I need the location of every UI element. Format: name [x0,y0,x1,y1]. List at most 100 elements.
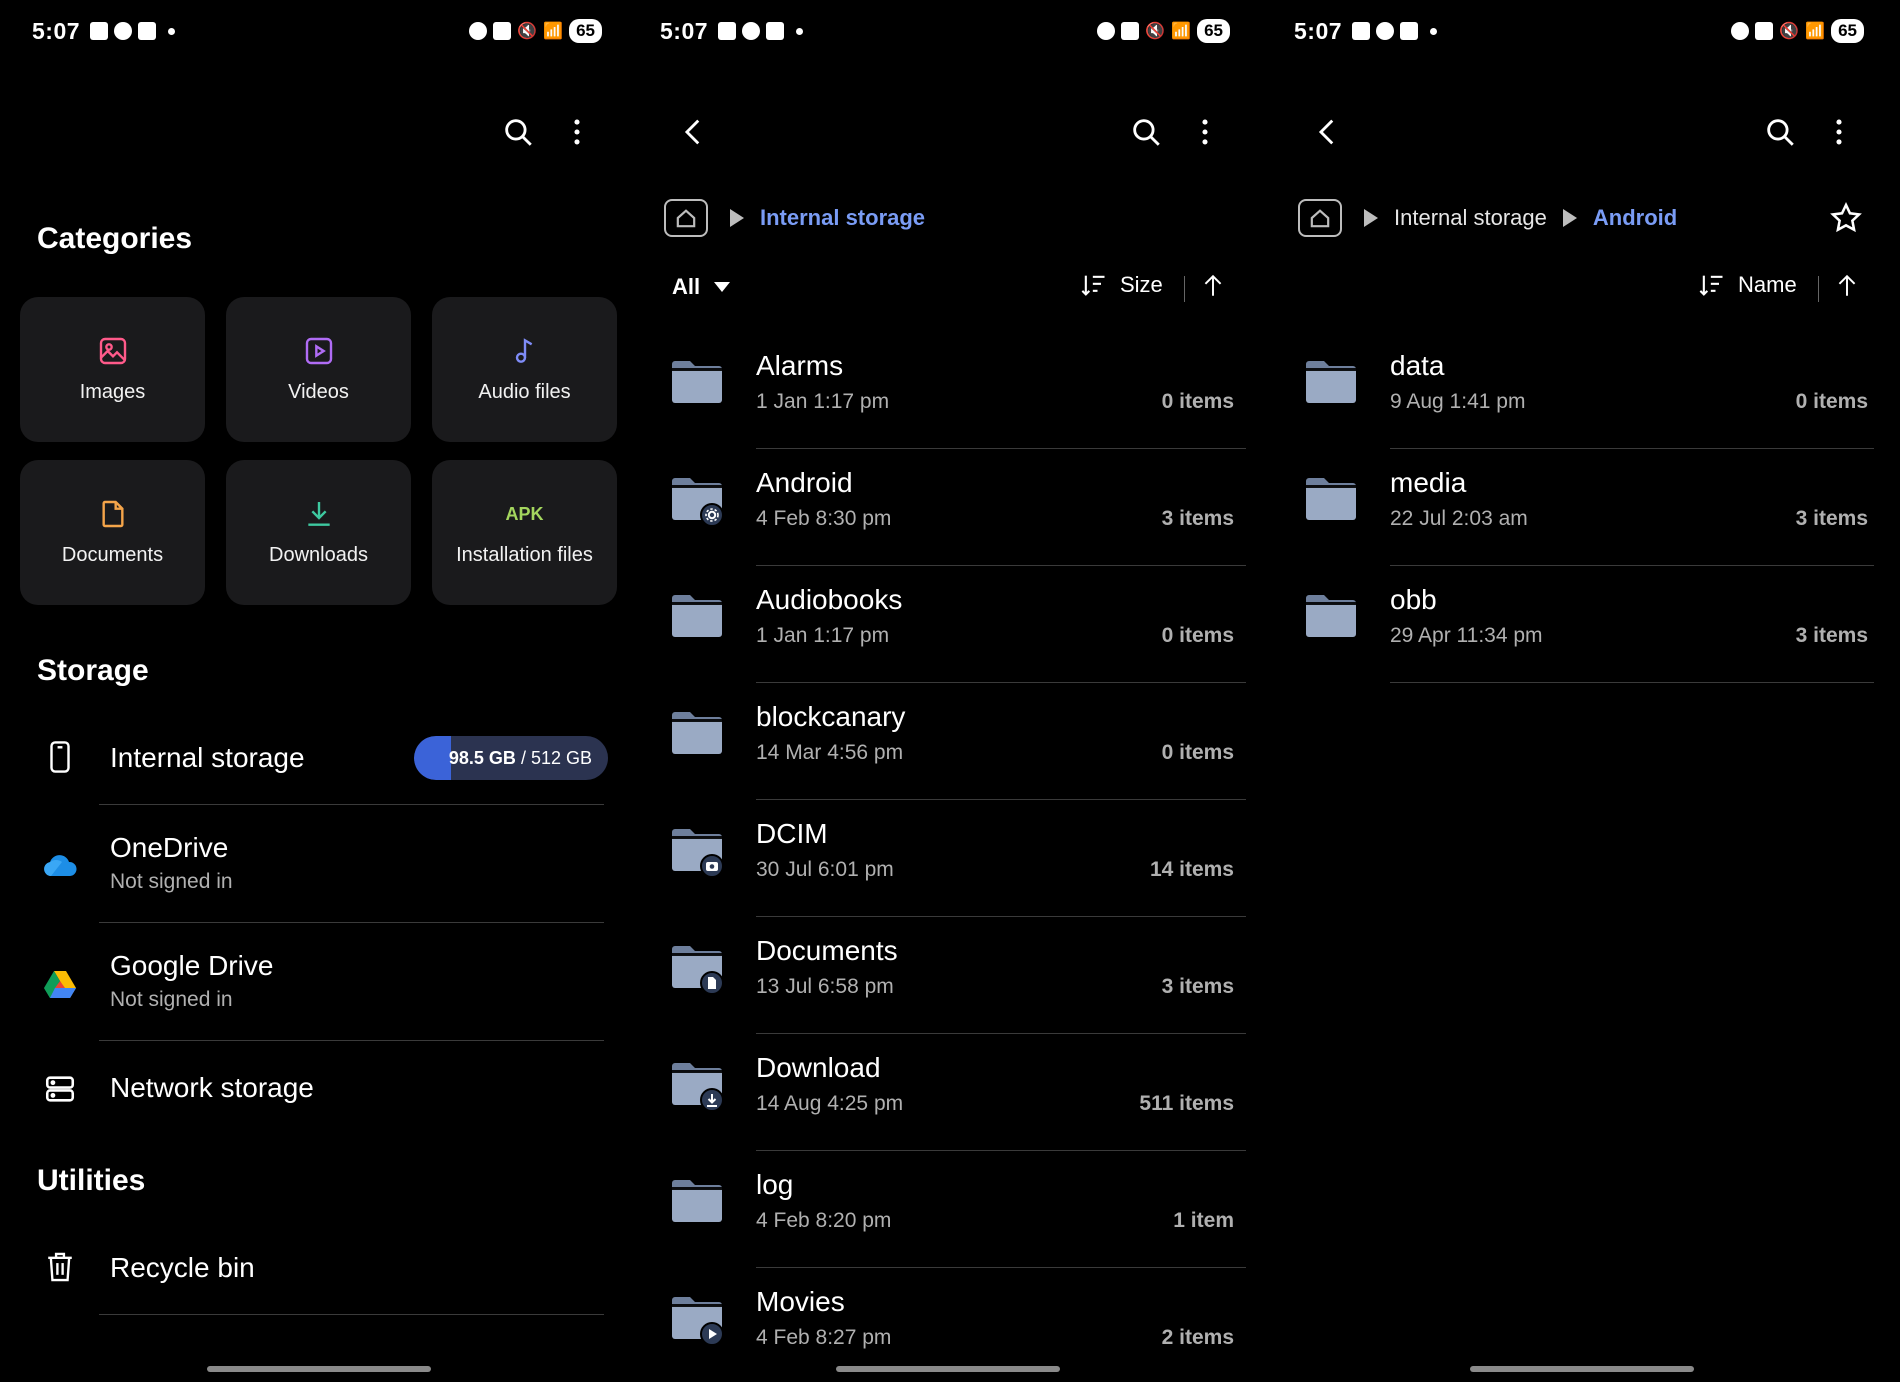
folder-row-obb[interactable]: obb 29 Apr 11:34 pm 3 items [1262,566,1890,683]
folder-row-data[interactable]: data 9 Aug 1:41 pm 0 items [1262,332,1890,449]
folder-row-documents[interactable]: Documents 13 Jul 6:58 pm 3 items [628,917,1256,1034]
folder-icon [670,358,724,408]
sort-direction-button[interactable] [1834,272,1860,300]
chevron-left-icon [1318,119,1334,145]
more-options-button[interactable] [1181,108,1229,156]
folder-date: 9 Aug 1:41 pm [1390,390,1526,413]
storage-usage-bar: 98.5 GB / 512 GB [414,736,608,780]
breadcrumb-internal-storage[interactable]: Internal storage [1394,205,1547,231]
download-icon [303,498,335,530]
search-icon [1767,119,1794,146]
wifi-icon: 📶 [543,23,564,40]
more-vertical-icon [1836,119,1842,145]
folder-row-audiobooks[interactable]: Audiobooks 1 Jan 1:17 pm 0 items [628,566,1256,683]
folder-item-count: 0 items [1161,624,1234,647]
favorite-button[interactable] [1822,194,1870,242]
more-vertical-icon [574,119,580,145]
server-icon [40,1072,80,1106]
wifi-icon: 📶 [1171,23,1192,40]
arrow-up-icon [1204,274,1222,296]
recycle-bin-item[interactable]: Recycle bin [0,1240,628,1296]
sort-by-button[interactable]: Size [1080,272,1163,298]
folder-row-media[interactable]: media 22 Jul 2:03 am 3 items [1262,449,1890,566]
breadcrumb-internal-storage[interactable]: Internal storage [760,205,925,231]
category-images[interactable]: Images [20,297,205,442]
divider [1818,276,1819,302]
google-drive-status: Not signed in [110,988,233,1011]
folder-row-dcim[interactable]: DCIM 30 Jul 6:01 pm 14 items [628,800,1256,917]
category-documents[interactable]: Documents [20,460,205,605]
status-time: 5:07 [1294,17,1343,44]
search-button[interactable] [494,108,542,156]
category-label: Documents [61,544,164,566]
image-icon [97,335,129,367]
notification-icons [90,22,176,40]
home-indicator[interactable] [207,1366,431,1372]
category-audio-files[interactable]: Audio files [432,297,617,442]
home-indicator[interactable] [836,1366,1060,1372]
folder-date: 4 Feb 8:27 pm [756,1326,892,1349]
back-button[interactable] [1304,108,1352,156]
category-downloads[interactable]: Downloads [226,460,411,605]
search-icon [1133,119,1160,146]
folder-item-count: 0 items [1795,390,1868,413]
dnd-icon [1731,22,1750,40]
linkedin-icon [1400,22,1419,40]
search-button[interactable] [1122,108,1170,156]
phone-icon [40,740,80,774]
folder-name: data [1390,350,1445,381]
notification-icon [742,22,761,40]
chevron-left-icon [684,119,700,145]
home-folder-button[interactable] [664,199,708,237]
google-drive-item[interactable]: Google Drive Not signed in [0,944,628,1044]
categories-heading: Categories [37,222,193,255]
folder-item-count: 3 items [1795,624,1868,647]
folder-name: Movies [756,1286,845,1317]
search-button[interactable] [1756,108,1804,156]
folder-icon [670,709,724,759]
breadcrumb-separator-icon [1364,209,1378,227]
category-label: Videos [288,381,349,403]
category-installation-files[interactable]: APK Installation files [432,460,617,605]
status-bar: 5:07 🔇 📶 65 [32,14,602,48]
folder-row-alarms[interactable]: Alarms 1 Jan 1:17 pm 0 items [628,332,1256,449]
more-options-button[interactable] [1815,108,1863,156]
sort-by-button[interactable]: Name [1698,272,1797,298]
folder-row-download[interactable]: Download 14 Aug 4:25 pm 511 items [628,1034,1256,1151]
status-time: 5:07 [660,17,709,44]
more-notifications-icon [796,27,804,35]
sort-direction-button[interactable] [1200,272,1226,300]
folder-date: 29 Apr 11:34 pm [1390,624,1543,647]
folder-name: media [1390,467,1467,498]
notification-icon [718,22,737,40]
dnd-icon [1097,22,1116,40]
category-videos[interactable]: Videos [226,297,411,442]
dropdown-arrow-icon [714,282,731,292]
status-bar: 5:07 🔇 📶 65 [1294,14,1864,48]
dnd-icon [469,22,488,40]
network-storage-label: Network storage [110,1072,314,1103]
linkedin-icon [766,22,785,40]
folder-row-movies[interactable]: Movies 4 Feb 8:27 pm 2 items [628,1268,1256,1382]
folder-row-android[interactable]: Android 4 Feb 8:30 pm 3 items [628,449,1256,566]
back-button[interactable] [670,108,718,156]
folder-row-blockcanary[interactable]: blockcanary 14 Mar 4:56 pm 0 items [628,683,1256,800]
home-indicator[interactable] [1470,1366,1694,1372]
onedrive-item[interactable]: OneDrive Not signed in [0,826,628,926]
music-note-icon [509,335,541,367]
filter-dropdown[interactable]: All [672,274,731,300]
folder-date: 4 Feb 8:20 pm [756,1209,892,1232]
folder-row-log[interactable]: log 4 Feb 8:20 pm 1 item [628,1151,1256,1268]
storage-heading: Storage [37,654,149,687]
internal-storage-item[interactable]: Internal storage 98.5 GB / 512 GB [0,730,628,786]
battery-icon: 65 [1197,19,1230,43]
folder-item-count: 3 items [1161,507,1234,530]
home-folder-button[interactable] [1298,199,1342,237]
more-options-button[interactable] [553,108,601,156]
breadcrumb-android[interactable]: Android [1593,205,1677,231]
network-storage-item[interactable]: Network storage [0,1060,628,1120]
categories-grid: Images Videos Audio files Documents Down… [20,297,618,605]
document-icon [97,498,129,530]
breadcrumb: Internal storage Android [1298,196,1870,240]
folder-date: 1 Jan 1:17 pm [756,624,890,647]
